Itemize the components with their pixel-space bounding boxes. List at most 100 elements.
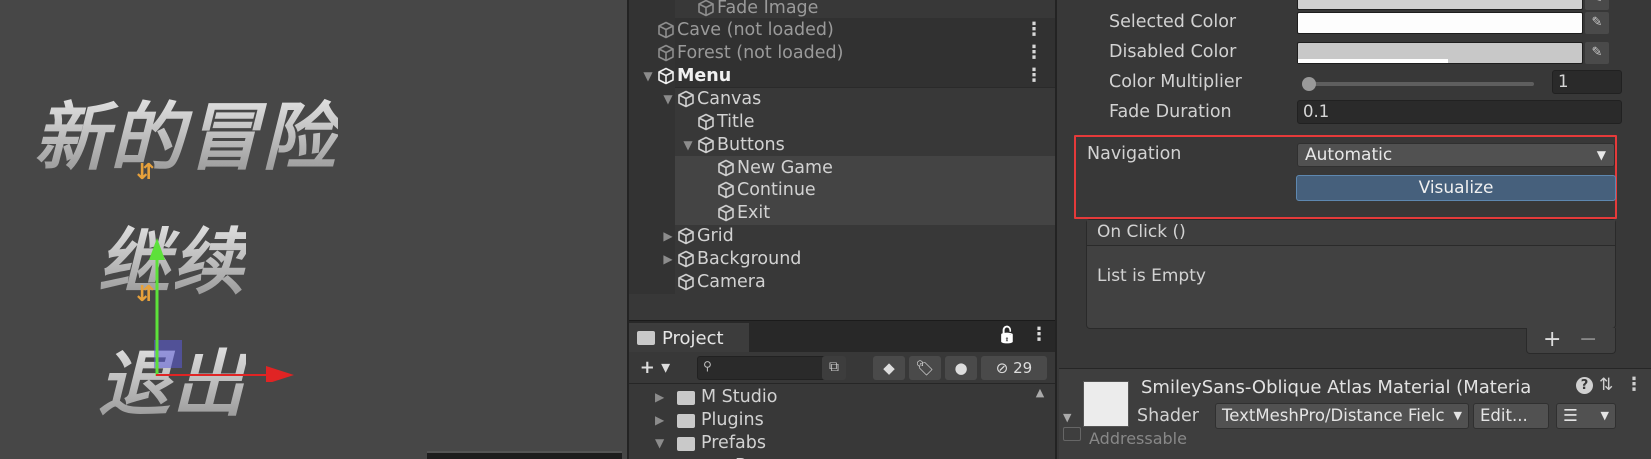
project-scrollbar[interactable]: ▲ (1032, 386, 1048, 459)
project-folder-label: Box (735, 455, 768, 459)
project-folder-item[interactable]: ▼ Prefabs (629, 432, 1029, 455)
nav-arrow-icon: ⇵ (136, 160, 155, 185)
error-filter-icon[interactable]: ● (945, 356, 977, 380)
shader-dropdown[interactable]: TextMeshPro/Distance Fielc ▼ (1215, 403, 1469, 429)
hierarchy-row[interactable]: Cave (not loaded) ⋮ (629, 18, 1055, 42)
help-icon[interactable]: ? (1576, 377, 1593, 394)
foldout-expanded-icon[interactable]: ▼ (641, 64, 655, 88)
onclick-header: On Click () (1087, 220, 1615, 246)
hierarchy-row[interactable]: Title (629, 110, 1055, 134)
scene-title-text: 新的冒险 (34, 78, 338, 185)
unity-scene-icon (658, 67, 674, 85)
gameobject-cube-icon (718, 159, 734, 177)
hierarchy-gutter (629, 110, 675, 134)
chevron-down-icon: ▼ (1453, 409, 1462, 422)
foldout-expanded-icon[interactable]: ▼ (681, 133, 695, 157)
navigation-value: Automatic (1305, 145, 1393, 165)
hierarchy-row[interactable]: ▼ Menu ⋮ (629, 64, 1055, 88)
foldout-collapsed-icon[interactable]: ▶ (655, 386, 664, 409)
hierarchy-row[interactable]: Exit (629, 201, 1055, 225)
visualize-button[interactable]: Visualize (1296, 175, 1616, 201)
disabled-color-swatch[interactable] (1297, 42, 1583, 64)
hierarchy-item-label: Cave (not loaded) (677, 20, 834, 40)
inspector-panel: ✎ Selected Color ✎ Disabled Color ✎ Colo… (1059, 0, 1651, 459)
project-folder-item[interactable]: ▶ Plugins (629, 409, 1029, 432)
foldout-collapsed-icon[interactable]: ▶ (661, 224, 675, 248)
hierarchy-row[interactable]: New Game (629, 156, 1055, 180)
filter-by-label-icon[interactable]: 🏷 (909, 356, 941, 380)
foldout-collapsed-icon[interactable]: ▶ (655, 409, 664, 432)
navigation-label: Navigation (1087, 144, 1182, 164)
eyedropper-icon[interactable]: ✎ (1585, 12, 1609, 34)
hierarchy-row[interactable]: ▶ Background (629, 247, 1055, 271)
hierarchy-row[interactable]: ▼ Canvas (629, 87, 1055, 111)
search-scope-icon[interactable]: ⧉ (822, 356, 846, 380)
scene-view[interactable]: 新的冒险 ⇵ 继续 ⇵ 退出 (0, 0, 627, 459)
pressed-color-swatch[interactable] (1297, 0, 1583, 10)
search-icon: ⚲ (703, 359, 712, 373)
shader-label: Shader (1137, 406, 1199, 426)
create-asset-button[interactable]: + ▾ (635, 356, 675, 380)
hierarchy-item-label: Grid (697, 226, 734, 246)
addressable-label: Addressable (1089, 429, 1187, 448)
hierarchy-row[interactable]: Continue (629, 178, 1055, 202)
disabled-color-label: Disabled Color (1109, 42, 1237, 62)
foldout-expanded-icon[interactable]: ▼ (655, 432, 664, 455)
lock-icon[interactable]: 🔓 (997, 325, 1017, 344)
unity-scene-icon (658, 21, 674, 39)
foldout-collapsed-icon[interactable]: ▶ (661, 247, 675, 271)
shader-options-button[interactable]: ☰ ▼ (1556, 403, 1616, 429)
fade-duration-field[interactable]: 0.1 (1297, 100, 1622, 124)
preset-settings-icon[interactable]: ⇅ (1599, 375, 1613, 395)
gameobject-cube-icon (718, 204, 734, 222)
onclick-event-box: On Click () List is Empty (1086, 219, 1616, 329)
hierarchy-row[interactable]: ▶ Grid (629, 224, 1055, 248)
foldout-arrow-icon[interactable]: ▼ (1063, 411, 1071, 424)
project-search-input[interactable]: ⚲ ⧉ (697, 356, 846, 380)
hierarchy-item-label: Menu (677, 66, 732, 86)
project-folder-item[interactable]: Box (629, 455, 1029, 459)
eye-slash-icon: ⊘ (995, 359, 1009, 377)
hierarchy-gutter (629, 156, 675, 180)
foldout-expanded-icon[interactable]: ▼ (661, 87, 675, 111)
color-multiplier-slider[interactable] (1302, 77, 1534, 91)
hierarchy-row[interactable]: Camera (629, 270, 1055, 294)
hierarchy-item-label: Background (697, 249, 802, 269)
material-title: SmileySans-Oblique Atlas Material (Mater… (1141, 377, 1532, 398)
navigation-dropdown[interactable]: Automatic ▼ (1297, 143, 1615, 167)
eyedropper-icon[interactable]: ✎ (1585, 42, 1609, 64)
slider-knob[interactable] (1302, 77, 1316, 91)
gameobject-cube-icon (678, 90, 694, 108)
scene-menu-icon[interactable]: ⋮ (1025, 64, 1043, 88)
gameobject-cube-icon (718, 181, 734, 199)
selected-color-swatch[interactable] (1297, 12, 1583, 34)
hierarchy-row[interactable]: Fade Image (629, 0, 1055, 20)
hierarchy-row[interactable]: ▼ Buttons (629, 133, 1055, 157)
addressable-checkbox[interactable] (1063, 427, 1081, 441)
hierarchy-item-label: Camera (697, 272, 766, 292)
edit-shader-button[interactable]: Edit... (1473, 403, 1549, 429)
unity-scene-icon (658, 44, 674, 62)
eyedropper-icon[interactable]: ✎ (1585, 0, 1609, 10)
component-menu-icon[interactable]: ⋮ (1625, 374, 1643, 395)
panel-divider[interactable] (1055, 0, 1057, 459)
color-multiplier-field[interactable]: 1 (1552, 70, 1622, 94)
hierarchy-row[interactable]: Forest (not loaded) ⋮ (629, 41, 1055, 65)
add-event-button[interactable]: + (1543, 327, 1561, 352)
tab-project[interactable]: Project (629, 323, 749, 353)
fade-duration-label: Fade Duration (1109, 102, 1232, 122)
chevron-down-icon: ▼ (1600, 409, 1609, 422)
project-folder-item[interactable]: ▶ M Studio (629, 386, 1029, 409)
move-gizmo-icon[interactable] (130, 232, 300, 382)
remove-event-button[interactable]: − (1579, 327, 1597, 352)
scene-menu-icon[interactable]: ⋮ (1025, 41, 1043, 65)
filter-by-type-icon[interactable]: ◆ (873, 356, 905, 380)
tab-project-label: Project (662, 328, 724, 349)
hierarchy-panel[interactable]: Fade Image Cave (not loaded) ⋮ Forest (not … (629, 0, 1055, 318)
scene-menu-icon[interactable]: ⋮ (1025, 18, 1043, 42)
panel-menu-icon[interactable]: ⋮ (1030, 324, 1048, 345)
shader-value: TextMeshPro/Distance Fielc (1222, 406, 1445, 425)
folder-icon (677, 437, 695, 451)
color-multiplier-label: Color Multiplier (1109, 72, 1242, 92)
hidden-packages-toggle[interactable]: ⊘ 29 (981, 356, 1047, 380)
